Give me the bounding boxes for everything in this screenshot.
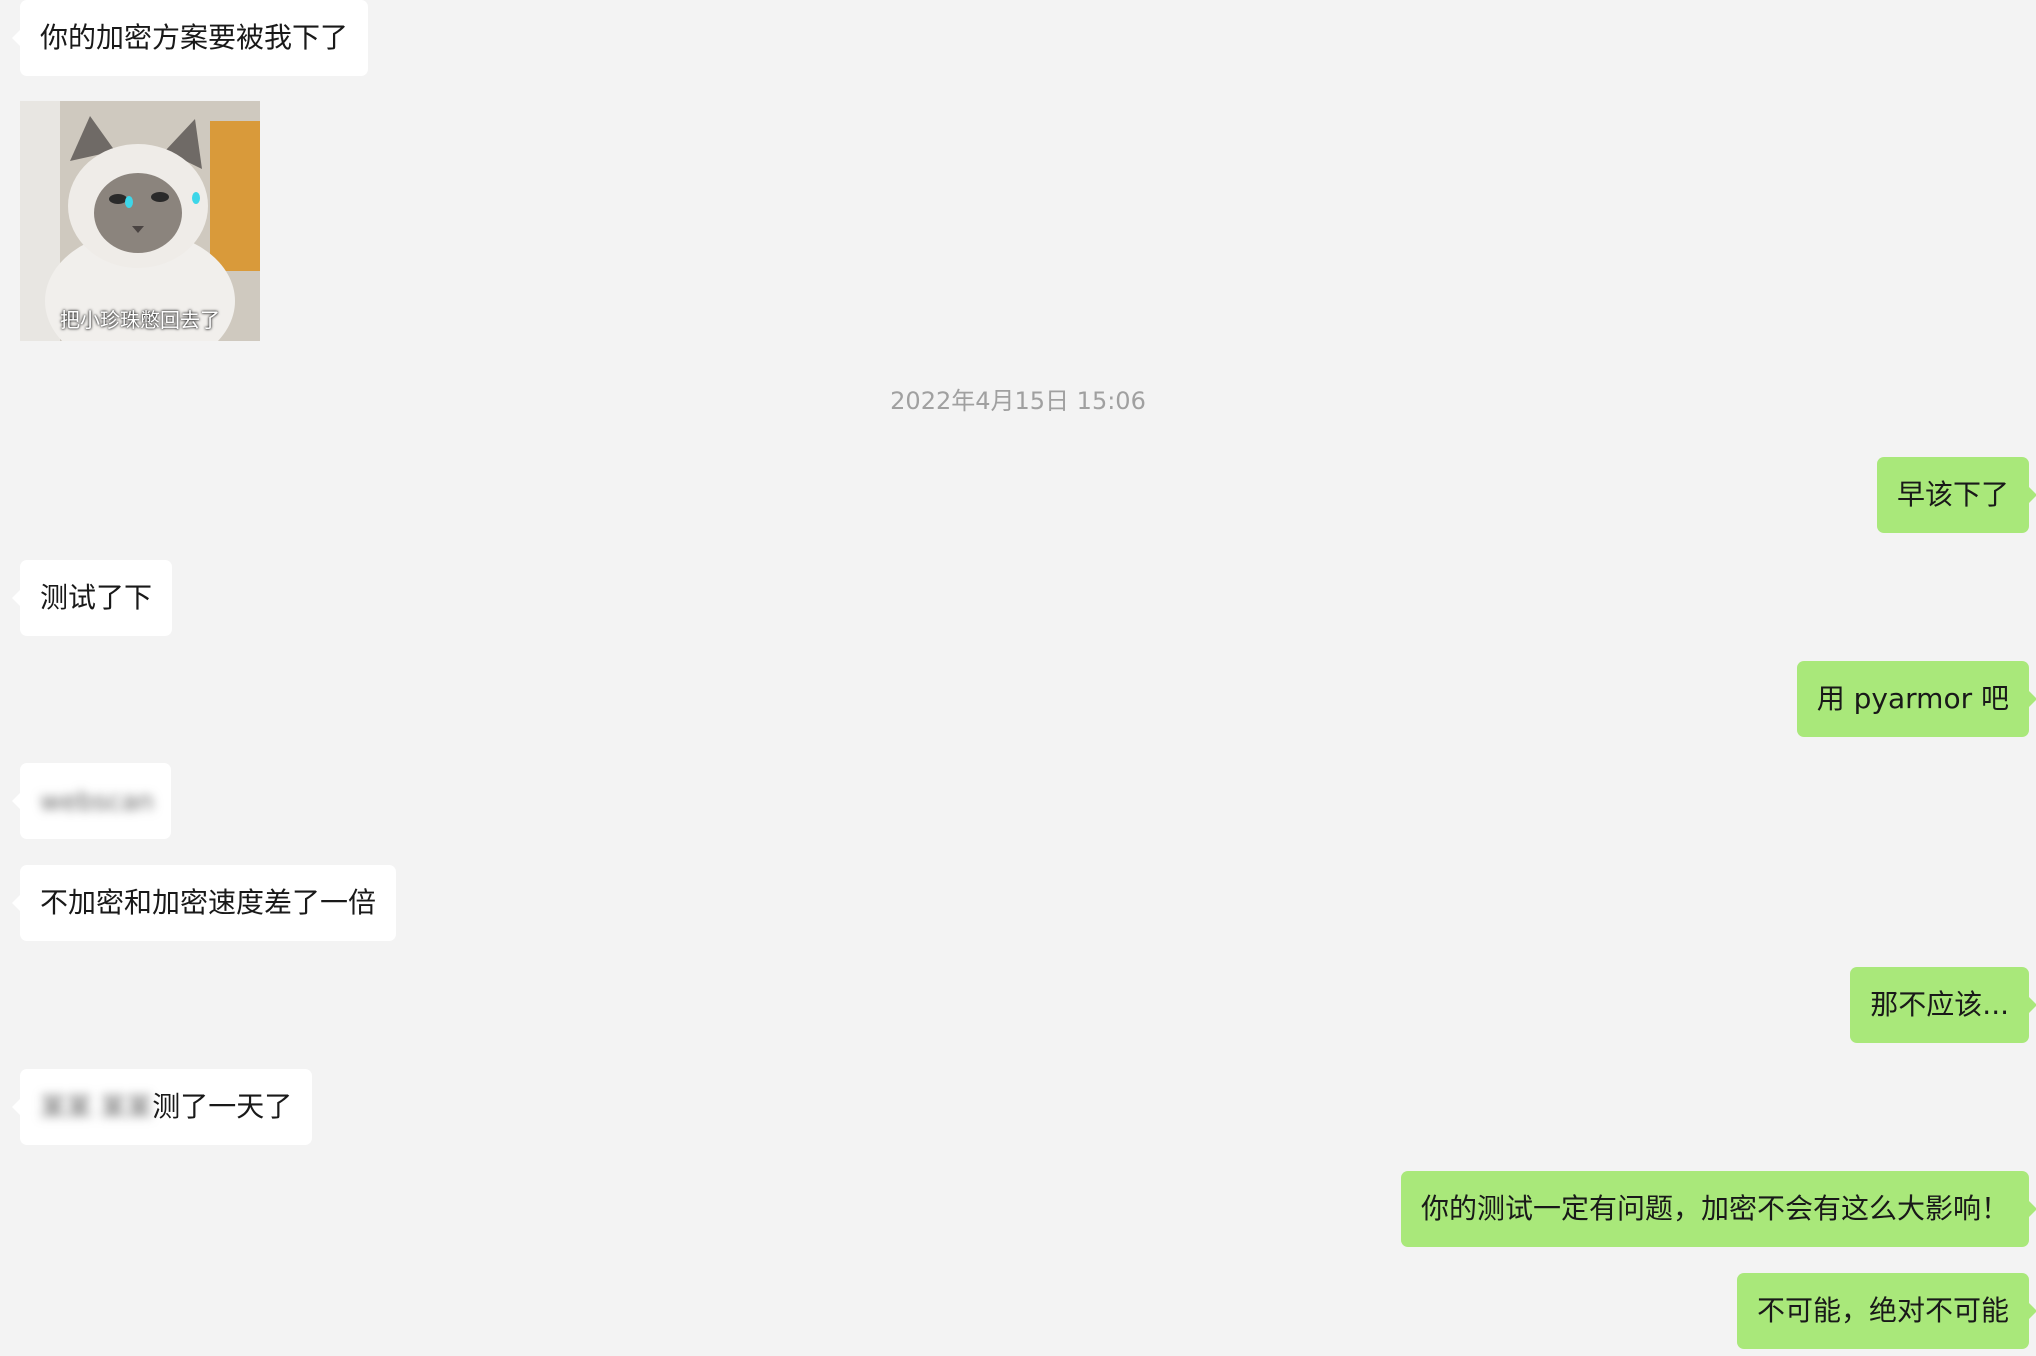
- incoming-message-bubble[interactable]: 某某 某某测了一天了: [11, 1069, 313, 1145]
- blurred-message-text: 某某 某某: [40, 1093, 153, 1123]
- outgoing-message-bubble[interactable]: 早该下了: [1876, 457, 2036, 533]
- cat-sticker-image[interactable]: 把小珍珠憋回去了: [20, 101, 260, 341]
- message-text: 你的加密方案要被我下了: [40, 21, 349, 54]
- outgoing-message-bubble[interactable]: 那不应该...: [1850, 967, 2036, 1043]
- outgoing-message-bubble[interactable]: 不可能，绝对不可能: [1736, 1273, 2036, 1349]
- incoming-message-bubble[interactable]: 不加密和加密速度差了一倍: [11, 865, 397, 941]
- outgoing-message-bubble[interactable]: 用 pyarmor 吧: [1796, 661, 2036, 737]
- message-text: 不可能，绝对不可能: [1756, 1294, 2009, 1327]
- message-text: 不加密和加密速度差了一倍: [40, 886, 377, 919]
- outgoing-message-bubble[interactable]: 你的测试一定有问题，加密不会有这么大影响！: [1400, 1171, 2036, 1247]
- message-text: 早该下了: [1896, 478, 2009, 511]
- message-text: 测了一天了: [152, 1090, 293, 1123]
- blurred-message-text: webscan: [40, 787, 155, 817]
- sticker-caption: 把小珍珠憋回去了: [60, 308, 220, 332]
- message-text: 用 pyarmor 吧: [1816, 682, 2009, 715]
- incoming-message-bubble[interactable]: 你的加密方案要被我下了: [11, 0, 369, 76]
- message-text: 那不应该...: [1870, 988, 2009, 1021]
- message-text: 测试了下: [40, 581, 153, 614]
- incoming-message-bubble[interactable]: webscan: [12, 763, 171, 839]
- message-text: 你的测试一定有问题，加密不会有这么大影响！: [1420, 1192, 2009, 1225]
- message-timestamp: 2022年4月15日 15:06: [890, 387, 1146, 415]
- incoming-message-bubble[interactable]: 测试了下: [11, 560, 173, 636]
